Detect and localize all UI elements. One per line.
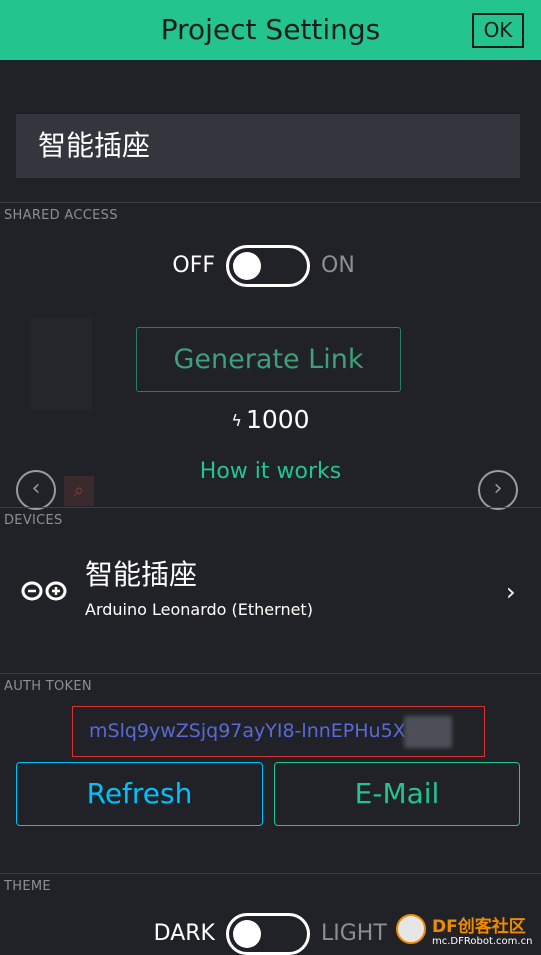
device-name: 智能插座: [85, 558, 198, 591]
chevron-right-icon: ›: [506, 578, 516, 606]
search-icon: ⌕: [64, 476, 94, 506]
switch-knob: [233, 252, 261, 280]
device-list-item[interactable]: 智能插座 Arduino Leonardo (Ethernet) ›: [0, 545, 541, 645]
device-model: Arduino Leonardo (Ethernet): [85, 600, 313, 619]
ok-button[interactable]: OK: [472, 13, 524, 48]
background-ghost-panel: [30, 318, 92, 410]
watermark-brand: DF创客社区: [432, 917, 526, 937]
email-button[interactable]: E-Mail: [274, 762, 520, 826]
divider: [0, 202, 541, 203]
arduino-icon: [21, 581, 67, 601]
chevron-left-icon[interactable]: ‹: [16, 470, 56, 510]
project-name-input[interactable]: 智能插座: [16, 114, 520, 178]
lightning-icon: ϟ: [231, 411, 242, 430]
refresh-button[interactable]: Refresh: [16, 762, 263, 826]
generate-link-button[interactable]: Generate Link: [136, 327, 401, 392]
theme-light-label: LIGHT: [321, 921, 387, 946]
chevron-right-icon[interactable]: ›: [478, 470, 518, 510]
section-label-devices: DEVICES: [4, 513, 63, 528]
divider: [0, 507, 541, 508]
section-label-theme: THEME: [4, 879, 51, 894]
page-title: Project Settings: [160, 13, 381, 46]
section-label-shared-access: SHARED ACCESS: [4, 208, 118, 223]
theme-dark-label: DARK: [153, 921, 215, 946]
shared-access-toggle-row: OFF ON: [0, 245, 541, 287]
toggle-off-label: OFF: [172, 253, 215, 278]
toggle-on-label: ON: [321, 253, 355, 278]
energy-value: 1000: [245, 405, 310, 434]
energy-balance: ϟ 1000: [0, 404, 541, 437]
shared-access-switch[interactable]: [226, 245, 310, 287]
theme-switch[interactable]: [226, 913, 310, 955]
robot-logo-icon: [396, 914, 426, 944]
divider: [0, 873, 541, 874]
redaction-blur: [404, 716, 452, 748]
section-label-auth-token: AUTH TOKEN: [4, 679, 92, 694]
switch-knob: [233, 920, 261, 948]
divider: [0, 673, 541, 674]
watermark-url: mc.DFRobot.com.cn: [432, 936, 533, 947]
watermark-logo: DF创客社区 mc.DFRobot.com.cn: [392, 908, 541, 955]
